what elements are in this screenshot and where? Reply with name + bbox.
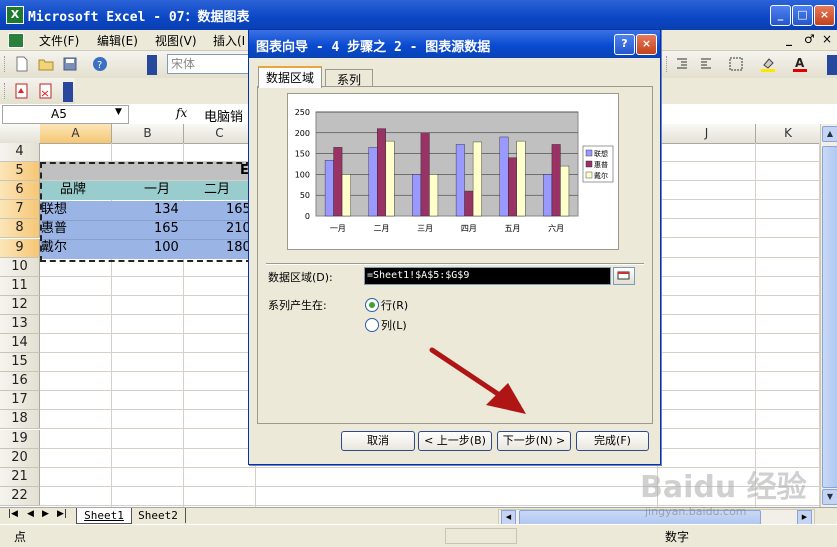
row-header[interactable]: 16 bbox=[0, 372, 40, 392]
row-header[interactable]: 18 bbox=[0, 410, 40, 430]
excel-icon: X bbox=[6, 6, 24, 24]
row-header[interactable]: 19 bbox=[0, 429, 40, 449]
scroll-right-icon[interactable]: ▶ bbox=[797, 510, 812, 525]
insert-function-icon[interactable]: fx bbox=[176, 106, 187, 120]
row-header[interactable]: 11 bbox=[0, 276, 40, 296]
row-header[interactable]: 12 bbox=[0, 295, 40, 315]
formula-content[interactable]: 电脑销 bbox=[204, 106, 243, 125]
help-icon[interactable]: ? bbox=[90, 54, 110, 74]
select-all-corner[interactable] bbox=[0, 124, 41, 144]
scroll-up-icon[interactable]: ▲ bbox=[822, 126, 837, 142]
row-header[interactable]: 20 bbox=[0, 448, 40, 468]
status-mode: 点 bbox=[14, 530, 27, 544]
chevron-down-icon[interactable]: ▼ bbox=[115, 107, 122, 117]
row-header[interactable]: 9 bbox=[0, 238, 40, 258]
column-header-a[interactable]: A bbox=[40, 124, 112, 144]
help-button[interactable]: ? bbox=[614, 34, 635, 55]
tab-panel: 0 50 100 150 200 250 一月 二月 三月 四月 五月 六月 联想 惠普 戴尔 数据区域(D… bbox=[257, 86, 653, 424]
toolbar-grip[interactable] bbox=[4, 56, 8, 72]
pdf-convert-icon[interactable] bbox=[12, 81, 32, 101]
next-button[interactable]: 下一步(N) > bbox=[497, 431, 571, 451]
status-num-lock: 数字 bbox=[665, 530, 690, 544]
watermark-logo: Baidu 经验 bbox=[640, 470, 807, 505]
fill-color-icon[interactable] bbox=[758, 54, 778, 74]
toolbar-options-icon[interactable] bbox=[147, 55, 157, 75]
decrease-indent-icon[interactable] bbox=[672, 54, 692, 74]
workbook-icon[interactable] bbox=[8, 33, 24, 48]
scroll-thumb[interactable] bbox=[822, 146, 837, 488]
svg-text:A: A bbox=[795, 56, 805, 70]
sheet-tab-sheet2[interactable]: Sheet2 bbox=[131, 508, 186, 523]
doc-minimize-button[interactable]: _ bbox=[786, 32, 792, 46]
row-header[interactable]: 10 bbox=[0, 257, 40, 277]
prev-sheet-icon[interactable]: ◀ bbox=[27, 509, 34, 519]
borders-icon[interactable] bbox=[726, 54, 746, 74]
dialog-title: 图表向导 - 4 步骤之 2 - 图表源数据 bbox=[256, 40, 491, 55]
vertical-scrollbar[interactable]: ▲ ▼ bbox=[820, 124, 837, 507]
increase-indent-icon[interactable] bbox=[696, 54, 716, 74]
maximize-button[interactable]: □ bbox=[792, 5, 813, 26]
row-header[interactable]: 14 bbox=[0, 334, 40, 353]
copy-selection-marquee bbox=[40, 162, 252, 262]
new-icon[interactable] bbox=[12, 54, 32, 74]
menu-view[interactable]: 视图(V) bbox=[155, 32, 197, 49]
doc-close-button[interactable]: × bbox=[822, 32, 832, 46]
toolbar-options-icon[interactable] bbox=[63, 82, 73, 102]
tab-series[interactable]: 系列 bbox=[325, 69, 373, 87]
pdf-mail-icon[interactable] bbox=[36, 81, 56, 101]
name-box[interactable]: A5 ▼ bbox=[2, 105, 129, 124]
font-name-input[interactable]: 宋体 bbox=[167, 54, 252, 74]
excel-title-bar[interactable]: X Microsoft Excel - 07：数据图表 _ □ × bbox=[0, 0, 837, 30]
watermark-url: jingyan.baidu.com bbox=[645, 505, 747, 518]
tab-data-range[interactable]: 数据区域 bbox=[258, 66, 322, 88]
row-header[interactable]: 17 bbox=[0, 391, 40, 411]
status-bar: 点 数字 bbox=[0, 524, 837, 547]
minimize-button[interactable]: _ bbox=[770, 5, 791, 26]
next-sheet-icon[interactable]: ▶ bbox=[42, 509, 49, 519]
column-header-c[interactable]: C bbox=[184, 124, 256, 144]
first-sheet-icon[interactable]: |◀ bbox=[8, 509, 18, 519]
row-header[interactable]: 5 bbox=[0, 162, 40, 182]
row-header[interactable]: 21 bbox=[0, 467, 40, 487]
back-button[interactable]: < 上一步(B) bbox=[418, 431, 492, 451]
column-header-j[interactable]: J bbox=[658, 124, 756, 144]
cancel-button[interactable]: 取消 bbox=[341, 431, 415, 451]
close-button[interactable]: × bbox=[814, 5, 835, 26]
row-header[interactable]: 4 bbox=[0, 143, 40, 162]
last-sheet-icon[interactable]: ▶| bbox=[57, 509, 67, 519]
save-icon[interactable] bbox=[60, 54, 80, 74]
toolbar-options-icon[interactable] bbox=[827, 55, 837, 75]
dialog-close-button[interactable]: × bbox=[636, 34, 657, 55]
row-header[interactable]: 15 bbox=[0, 353, 40, 373]
toolbar-grip[interactable] bbox=[4, 83, 8, 99]
menu-insert[interactable]: 插入(I bbox=[213, 32, 245, 49]
finish-button[interactable]: 完成(F) bbox=[576, 431, 649, 451]
svg-text:?: ? bbox=[97, 60, 102, 71]
chart-wizard-dialog: 图表向导 - 4 步骤之 2 - 图表源数据 ? × 数据区域 系列 0 50 10… bbox=[248, 29, 661, 465]
row-header[interactable]: 13 bbox=[0, 314, 40, 334]
row-header[interactable]: 8 bbox=[0, 219, 40, 239]
scroll-left-icon[interactable]: ◀ bbox=[501, 510, 516, 525]
column-header-k[interactable]: K bbox=[756, 124, 821, 144]
menu-edit[interactable]: 编辑(E) bbox=[97, 32, 138, 49]
window-title: Microsoft Excel - 07：数据图表 bbox=[28, 10, 250, 25]
open-icon[interactable] bbox=[36, 54, 56, 74]
name-box-value: A5 bbox=[51, 107, 67, 121]
row-header[interactable]: 6 bbox=[0, 181, 40, 201]
pdf-toolbar bbox=[0, 78, 75, 105]
doc-restore-button[interactable]: ♂ bbox=[804, 32, 815, 46]
menu-file[interactable]: 文件(F) bbox=[39, 32, 79, 49]
annotation-arrow-icon bbox=[429, 347, 526, 414]
scroll-down-icon[interactable]: ▼ bbox=[822, 489, 837, 505]
row-header[interactable]: 7 bbox=[0, 200, 40, 220]
status-panel bbox=[445, 528, 517, 544]
toolbar-grip[interactable] bbox=[666, 56, 670, 72]
row-header[interactable]: 22 bbox=[0, 486, 40, 506]
column-header-b[interactable]: B bbox=[112, 124, 184, 144]
font-color-icon[interactable]: A bbox=[790, 54, 810, 74]
sheet-tab-sheet1[interactable]: Sheet1 bbox=[76, 508, 132, 524]
dialog-title-bar[interactable]: 图表向导 - 4 步骤之 2 - 图表源数据 ? × bbox=[249, 30, 660, 58]
